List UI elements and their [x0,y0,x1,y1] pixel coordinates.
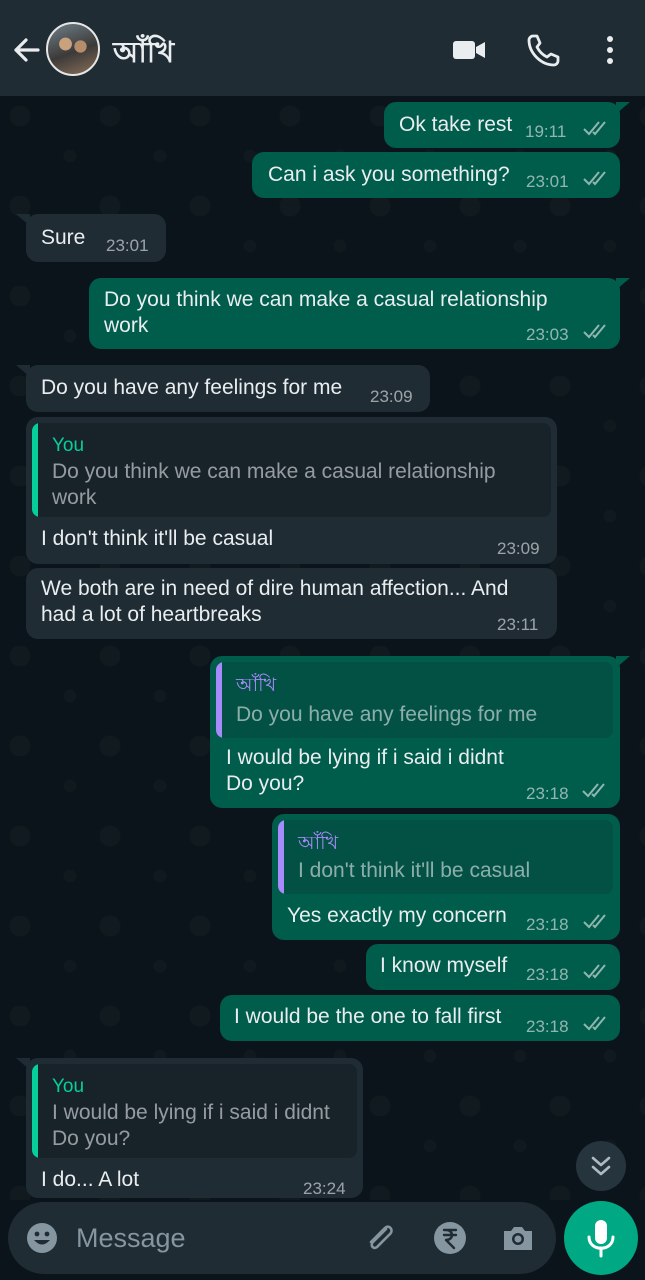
message-text: I would be the one to fall first [234,1005,502,1028]
message-bubble-outgoing[interactable]: Can i ask you something? 23:01 [252,152,620,198]
message-time: 23:09 [497,539,540,558]
double-check-icon [583,964,606,979]
contact-avatar[interactable] [46,22,100,76]
message-bubble-incoming-reply[interactable]: You I would be lying if i said i didnt D… [16,1058,363,1198]
message-composer [8,1202,556,1274]
message-input[interactable] [76,1216,346,1260]
quoted-text: I don't think it'll be casual [298,859,531,882]
chat-header: আঁখি [0,0,645,96]
message-time: 23:01 [526,172,569,191]
camera-icon[interactable] [500,1220,536,1256]
double-check-icon [582,783,605,798]
phone-icon[interactable] [524,30,564,70]
message-time: 23:01 [106,236,149,255]
message-text: Can i ask you something? [268,163,510,186]
message-text: Sure [41,226,86,249]
message-time: 23:03 [526,325,569,344]
scroll-to-bottom-button[interactable] [576,1141,626,1191]
message-text: I don't think it'll be casual [41,527,274,550]
quoted-author: You [52,435,85,456]
message-time: 23:18 [526,1017,569,1036]
message-text: Do you have any feelings for me [41,376,343,399]
quoted-message[interactable]: আঁখি Do you have any feelings for me [216,662,613,738]
message-bubble-outgoing-reply[interactable]: আঁখি Do you have any feelings for me I w… [210,656,630,808]
message-time: 23:18 [526,965,569,984]
message-bubble-incoming-reply[interactable]: You Do you think we can make a casual re… [26,417,557,564]
message-time: 23:18 [526,784,569,803]
quoted-message[interactable]: You Do you think we can make a casual re… [32,423,551,517]
double-chevron-down-icon [591,1156,611,1176]
more-vertical-icon[interactable] [590,30,630,70]
message-time: 23:09 [370,387,413,406]
double-check-icon [583,1016,606,1031]
message-time: 19:11 [525,122,567,141]
quoted-author: আঁখি [298,832,339,854]
double-check-icon [583,121,606,136]
quoted-text: Do you think we can make a casual relati… [52,460,496,509]
message-bubble-outgoing[interactable]: I would be the one to fall first 23:18 [220,995,620,1041]
message-time: 23:24 [303,1179,346,1198]
double-check-icon [583,171,606,186]
microphone-icon [587,1220,615,1258]
message-text: I know myself [380,954,508,977]
contact-name[interactable]: আঁখি [113,30,174,79]
message-bubble-outgoing-reply[interactable]: আঁখি I don't think it'll be casual Yes e… [272,814,620,940]
message-bubble-incoming[interactable]: Do you have any feelings for me 23:09 [16,365,430,412]
message-bubble-outgoing[interactable]: Ok take rest 19:11 [384,102,630,148]
rupee-icon[interactable] [432,1220,468,1256]
message-text: I would be lying if i said i didnt Do yo… [226,746,504,795]
quoted-text: Do you have any feelings for me [236,703,538,726]
emoji-icon[interactable] [26,1222,58,1254]
quoted-author: You [52,1076,85,1097]
paperclip-icon[interactable] [362,1220,398,1256]
quoted-message[interactable]: You I would be lying if i said i didnt D… [32,1064,357,1158]
message-text: I do... A lot [41,1168,140,1191]
quoted-text: I would be lying if i said i didnt Do yo… [52,1101,330,1150]
quoted-author: আঁখি [236,674,277,696]
voice-record-button[interactable] [564,1201,638,1275]
message-time: 23:18 [526,915,569,934]
quoted-message[interactable]: আঁখি I don't think it'll be casual [278,820,613,894]
message-text: Do you think we can make a casual relati… [104,288,548,337]
double-check-icon [583,914,606,929]
chat-area[interactable]: Ok take rest 19:11 Can i ask you somethi… [0,96,645,1200]
message-bubble-incoming[interactable]: We both are in need of dire human affect… [26,568,557,639]
message-bubble-outgoing[interactable]: I know myself 23:18 [366,944,620,990]
message-text: Ok take rest [399,113,513,136]
video-call-icon[interactable] [450,30,490,70]
message-text: We both are in need of dire human affect… [41,577,509,626]
message-time: 23:11 [497,615,539,634]
double-check-icon [583,324,606,339]
message-bubble-outgoing[interactable]: Do you think we can make a casual relati… [89,278,630,349]
message-bubble-incoming[interactable]: Sure 23:01 [16,214,166,262]
message-text: Yes exactly my concern [287,904,507,927]
back-arrow-icon[interactable] [8,28,48,72]
